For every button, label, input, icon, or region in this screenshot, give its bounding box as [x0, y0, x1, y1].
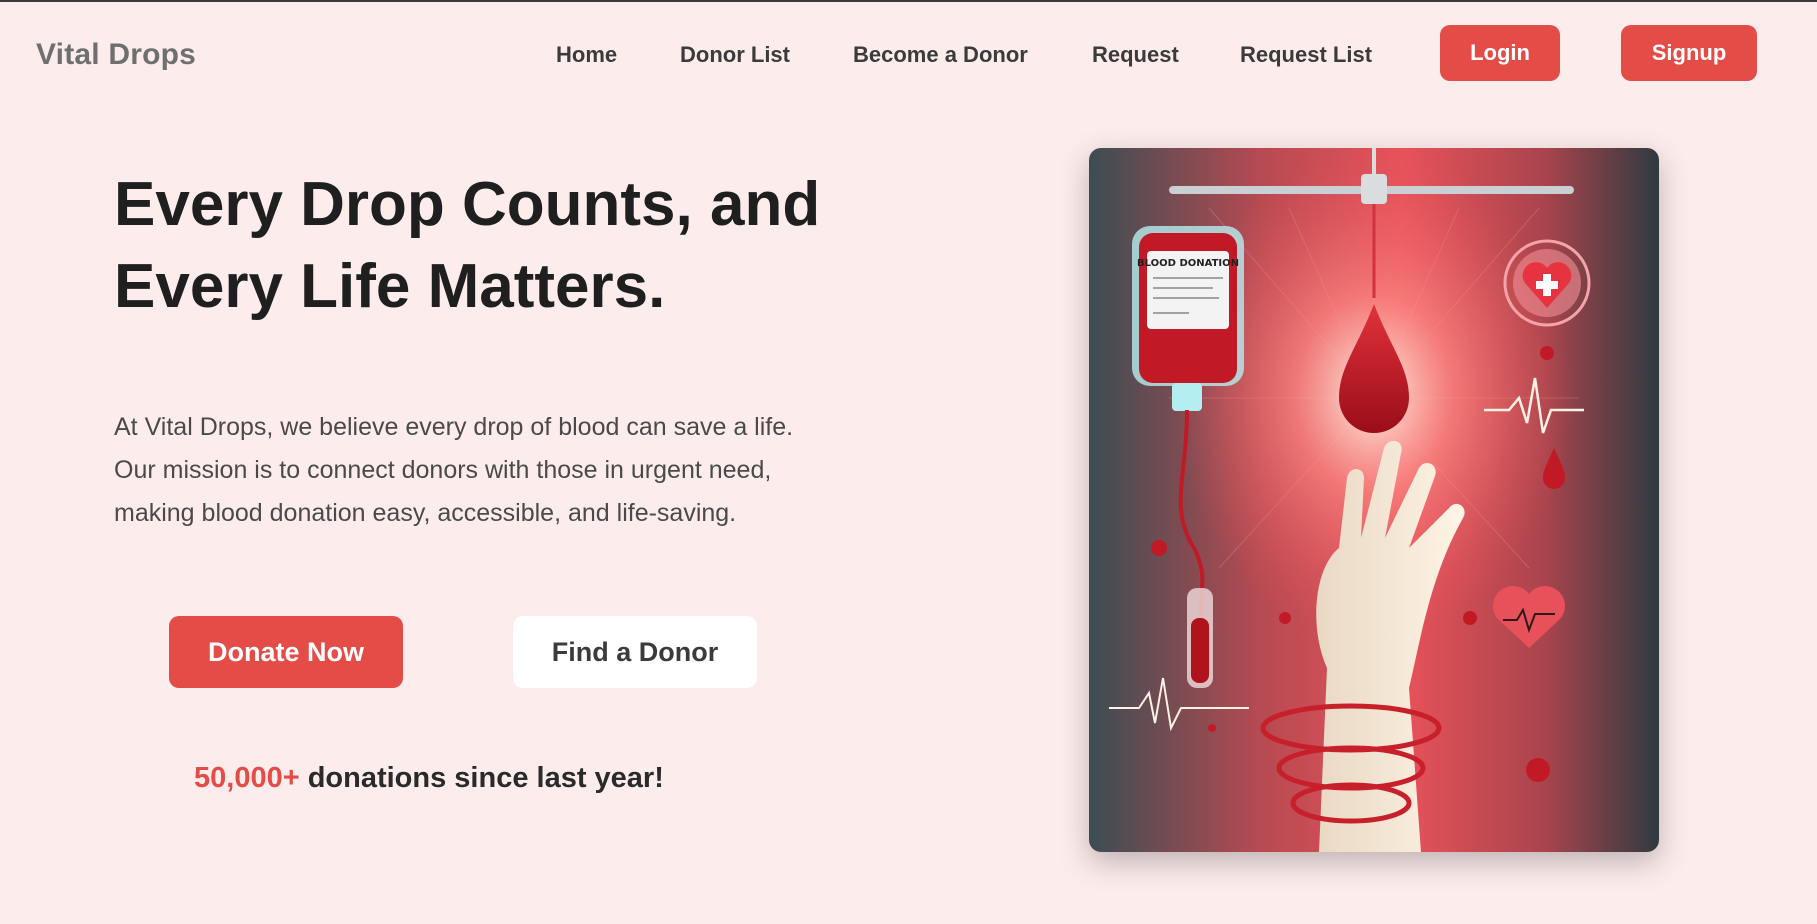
- nav-request-list[interactable]: Request List: [1240, 42, 1372, 68]
- donation-stat-number: 50,000+: [194, 762, 300, 794]
- hero-desc-line3: making blood donation easy, accessible, …: [114, 499, 737, 527]
- signup-button[interactable]: Signup: [1621, 25, 1757, 81]
- nav-home[interactable]: Home: [556, 42, 617, 68]
- hero-title-line2: Every Life Matters.: [114, 252, 666, 321]
- login-button[interactable]: Login: [1440, 25, 1560, 81]
- nav-become-donor[interactable]: Become a Donor: [853, 42, 1028, 68]
- hero-description: At Vital Drops, we believe every drop of…: [114, 406, 894, 535]
- hero-desc-line2: Our mission is to connect donors with th…: [114, 456, 772, 484]
- donate-now-button[interactable]: Donate Now: [169, 616, 403, 688]
- find-donor-button[interactable]: Find a Donor: [513, 616, 757, 688]
- vial-icon: [1187, 588, 1213, 688]
- hero-illustration: BLOOD DONATION: [1089, 148, 1659, 852]
- blood-bag-label: BLOOD DONATION: [1137, 258, 1239, 269]
- donation-stat: 50,000+ donations since last year!: [194, 762, 664, 795]
- hero-title-line1: Every Drop Counts, and: [114, 170, 821, 239]
- donation-stat-text: donations since last year!: [299, 762, 664, 794]
- navbar: Vital Drops Home Donor List Become a Don…: [0, 2, 1817, 106]
- hero-desc-line1: At Vital Drops, we believe every drop of…: [114, 413, 794, 441]
- brand-logo[interactable]: Vital Drops: [36, 38, 196, 72]
- nav-request[interactable]: Request: [1092, 42, 1179, 68]
- hero-title: Every Drop Counts, and Every Life Matter…: [114, 164, 874, 328]
- nav-donor-list[interactable]: Donor List: [680, 42, 790, 68]
